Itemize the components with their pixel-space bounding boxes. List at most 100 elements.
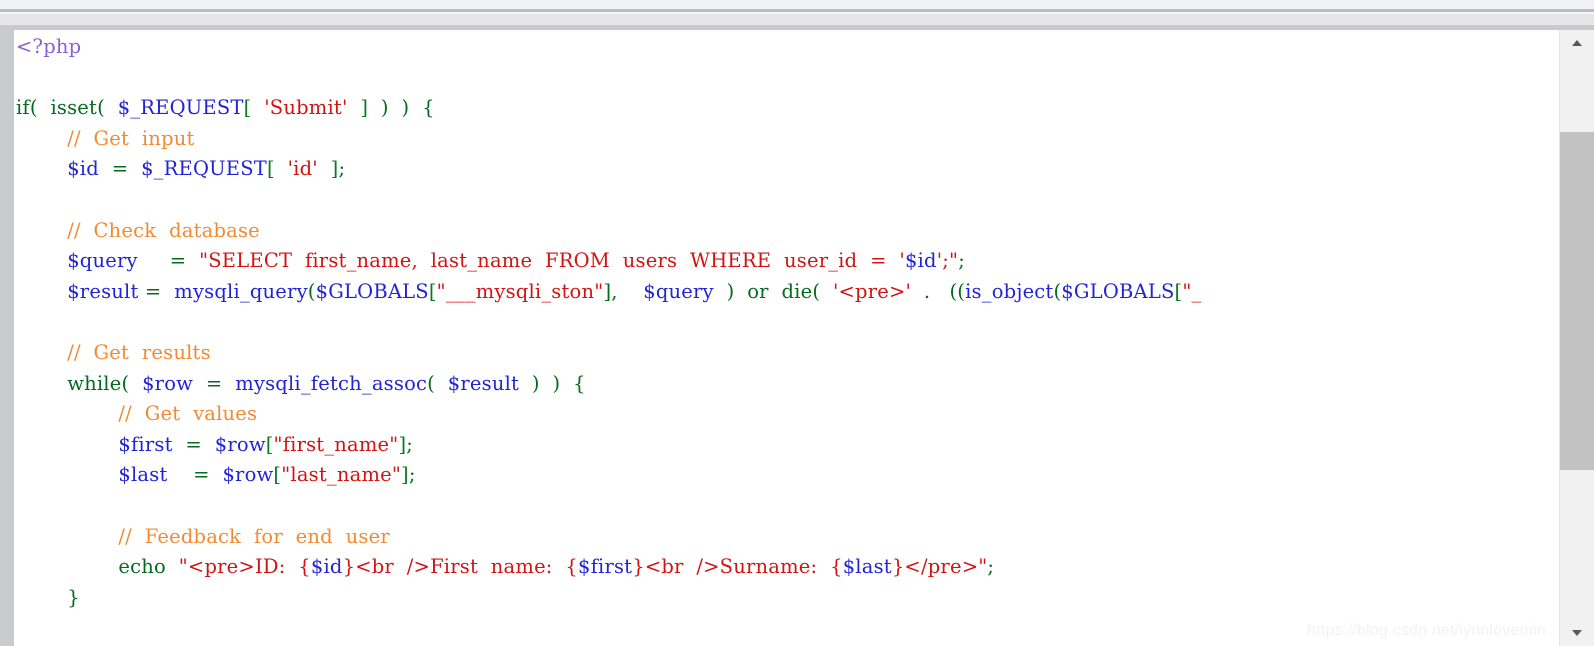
code-token: 'id' — [274, 157, 331, 181]
code-token: ) ) { — [368, 96, 435, 120]
code-token: '<pre>' — [832, 279, 912, 303]
code-token: $row — [142, 371, 194, 395]
code-token: is_object — [965, 279, 1054, 303]
code-line: // Get values — [16, 402, 257, 425]
code-line: $result = mysqli_query($GLOBALS["___mysq… — [16, 280, 1201, 303]
code-token: = — [193, 371, 236, 395]
code-token: // Feedback for end user — [16, 524, 390, 548]
php-source-code[interactable]: <?php if( isset( $_REQUEST[ 'Submit' ] )… — [14, 32, 1560, 613]
code-token: = — [172, 432, 215, 456]
code-token: "___mysqli_ston" — [436, 279, 604, 303]
code-token: $row — [222, 463, 274, 487]
code-token: $query — [67, 249, 138, 273]
code-token: ; — [958, 249, 965, 273]
code-line: while( $row = mysqli_fetch_assoc( $resul… — [16, 372, 586, 395]
code-token: ; — [338, 157, 346, 181]
code-token: // Check database — [16, 218, 260, 242]
code-token: if( isset( — [16, 96, 118, 120]
code-token: = — [98, 157, 142, 181]
code-token: ( — [812, 279, 833, 303]
code-token: $id — [310, 555, 343, 579]
code-line: // Feedback for end user — [16, 525, 390, 548]
code-token: die — [781, 279, 813, 303]
code-token: or — [747, 279, 769, 303]
code-line: } — [16, 586, 80, 609]
vertical-scrollbar[interactable] — [1559, 30, 1594, 646]
code-token: = — [167, 463, 223, 487]
code-token: $GLOBALS — [1061, 279, 1175, 303]
code-token: $id — [904, 249, 937, 273]
code-token: ) ) { — [519, 371, 586, 395]
top-band-1 — [0, 0, 1594, 9]
code-token: <?php — [16, 35, 82, 58]
code-token: "last_name" — [281, 463, 402, 487]
code-token: } — [16, 585, 80, 609]
code-line: $query = "SELECT first_name, last_name F… — [16, 249, 965, 272]
code-token: ; — [987, 555, 995, 579]
code-token: "<pre>ID: { — [178, 555, 311, 579]
code-token: $last — [118, 463, 168, 487]
code-token: mysqli_fetch_assoc — [235, 371, 428, 395]
code-token: // Get input — [16, 126, 195, 150]
code-token: [ — [265, 432, 274, 456]
code-token: $row — [214, 432, 266, 456]
code-token: $first — [577, 555, 633, 579]
code-line: <?php — [16, 35, 81, 58]
code-token: $GLOBALS — [315, 279, 429, 303]
code-token: "SELECT first_name, last_name FROM users… — [199, 249, 905, 273]
code-token: "first_name" — [273, 432, 399, 456]
code-token: $_REQUEST — [141, 157, 267, 181]
code-line: if( isset( $_REQUEST[ 'Submit' ] ) ) { — [16, 96, 435, 119]
code-token: = — [138, 279, 175, 303]
code-token: 'Submit' — [251, 96, 361, 120]
code-token: echo — [118, 555, 166, 579]
code-token: [ — [266, 157, 275, 181]
code-token: "_ — [1182, 279, 1202, 303]
code-token: while( — [67, 371, 143, 395]
code-token: ';" — [936, 249, 959, 273]
code-token: ], — [603, 279, 644, 303]
code-token: $first — [118, 432, 173, 456]
code-line: // Get input — [16, 127, 195, 150]
code-line: $id = $_REQUEST[ 'id' ]; — [16, 157, 345, 180]
code-line: echo "<pre>ID: {$id}<br />First name: {$… — [16, 555, 994, 578]
scrollbar-down-button[interactable] — [1560, 622, 1594, 644]
code-token: ] — [360, 96, 369, 120]
code-token: ] — [401, 463, 409, 487]
code-token: mysqli_query — [174, 279, 308, 303]
code-panel[interactable]: <?php if( isset( $_REQUEST[ 'Submit' ] )… — [0, 30, 1560, 646]
code-token: }</pre>" — [891, 555, 988, 579]
scroll-up-arrow-icon — [1572, 40, 1582, 46]
code-token: }<br />First name: { — [342, 555, 578, 579]
code-line: // Check database — [16, 219, 260, 242]
scrollbar-track-top[interactable] — [1560, 54, 1594, 132]
code-token: $_REQUEST — [117, 96, 244, 120]
window-top-bands — [0, 0, 1594, 30]
code-token: ( — [427, 371, 448, 395]
code-line: $first = $row["first_name"]; — [16, 433, 413, 456]
scrollbar-up-button[interactable] — [1560, 32, 1594, 54]
code-token: $query — [643, 279, 714, 303]
code-token: ) — [713, 279, 748, 303]
code-token: ( — [307, 279, 316, 303]
code-token: $last — [842, 555, 892, 579]
code-token: $id — [67, 157, 99, 181]
code-token: $result — [67, 279, 139, 303]
code-token: // Get values — [16, 402, 258, 426]
code-token: ; — [408, 463, 416, 487]
code-line: $last = $row["last_name"]; — [16, 463, 416, 486]
code-token: $result — [447, 371, 520, 395]
scroll-down-arrow-icon — [1572, 630, 1582, 636]
code-token: = — [137, 249, 200, 273]
code-line: // Get results — [16, 341, 211, 364]
scrollbar-thumb[interactable] — [1560, 132, 1594, 470]
